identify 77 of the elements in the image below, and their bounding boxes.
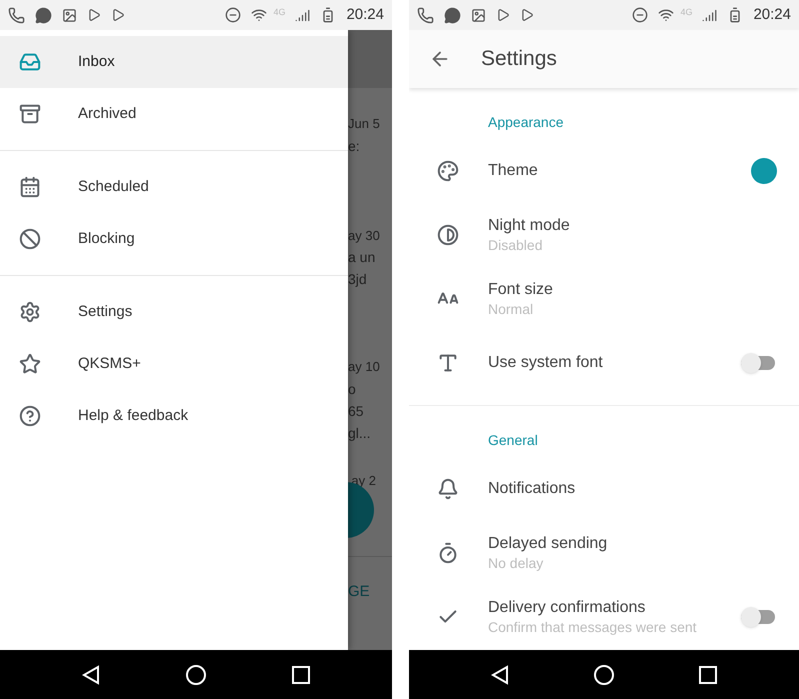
message-date: ay 30: [348, 226, 381, 245]
drawer-item[interactable]: Blocking: [0, 213, 348, 265]
screen-title: Settings: [481, 46, 557, 72]
drawer-item[interactable]: Settings: [0, 286, 348, 338]
play-icon: [520, 8, 534, 22]
setting-title: Theme: [488, 161, 539, 181]
settings-row[interactable]: Night mode Disabled: [409, 203, 799, 267]
settings-row[interactable]: Font size Normal: [409, 267, 799, 331]
setting-subtitle: No delay: [488, 554, 544, 572]
chat-icon: [444, 6, 461, 24]
message-snippet: a un: [348, 248, 376, 267]
settings-row[interactable]: Notifications: [409, 457, 799, 521]
phone-icon: [417, 6, 434, 24]
clock: 20:24: [753, 4, 791, 25]
setting-title: Night mode: [488, 216, 571, 236]
do-not-disturb-icon: [225, 7, 242, 23]
block-icon: [19, 228, 41, 250]
section-heading: Appearance: [487, 113, 565, 132]
message-snippet: e:: [348, 136, 361, 156]
help-icon: [19, 405, 41, 427]
image-icon: [471, 8, 486, 22]
setting-title: Delivery confirmations: [488, 598, 646, 618]
wifi-icon: [658, 7, 674, 23]
star-icon: [19, 353, 41, 375]
dimmed-toolbar: [348, 30, 392, 88]
phone-icon: [8, 6, 25, 24]
setting-subtitle: Normal: [488, 300, 534, 318]
signal-icon: [295, 8, 310, 22]
message-snippet: gl...: [348, 424, 372, 442]
message-date: Jun 5: [348, 115, 381, 133]
message-snippet: o: [348, 380, 357, 398]
settings-row[interactable]: Theme: [409, 139, 799, 203]
message-snippet: 65: [348, 402, 365, 420]
setting-subtitle: Disabled: [488, 236, 544, 254]
back-icon[interactable]: [491, 664, 509, 684]
do-not-disturb-icon: [632, 7, 648, 23]
overview-icon[interactable]: [699, 666, 717, 684]
calendar-icon: [19, 176, 41, 198]
contrast-icon: [437, 224, 459, 246]
drawer-item[interactable]: Scheduled: [0, 161, 348, 213]
letter-t-icon: [437, 352, 459, 374]
clock: 20:24: [346, 4, 384, 25]
message-snippet: 3jd: [348, 270, 368, 289]
play-icon: [111, 8, 125, 22]
setting-title: Notifications: [488, 479, 576, 499]
action-label: GE: [348, 583, 370, 600]
timer-icon: [437, 542, 459, 564]
toggle-switch[interactable]: [741, 353, 777, 373]
setting-title: Delayed sending: [488, 534, 608, 554]
home-icon[interactable]: [184, 664, 207, 686]
settings-icon: [19, 301, 41, 323]
drawer-item[interactable]: QKSMS+: [0, 338, 348, 390]
play-icon: [87, 8, 101, 22]
setting-subtitle: Confirm that messages were sent: [488, 618, 698, 636]
setting-title: Font size: [488, 280, 554, 300]
settings-row[interactable]: Delivery confirmations Confirm that messages were sent: [409, 585, 799, 649]
signal-icon: [702, 8, 718, 22]
image-icon: [62, 8, 77, 22]
drawer-item[interactable]: Help & feedback: [0, 390, 348, 442]
play-icon: [496, 8, 510, 22]
home-icon[interactable]: [593, 664, 615, 686]
chat-icon: [35, 6, 52, 24]
wifi-icon: [251, 7, 268, 23]
setting-title: Use system font: [488, 353, 604, 373]
inbox-icon: [19, 51, 41, 73]
archive-icon: [19, 103, 41, 125]
overview-icon[interactable]: [292, 666, 310, 684]
settings-row[interactable]: Use system font: [409, 331, 799, 395]
drawer-item[interactable]: Inbox: [0, 36, 348, 88]
drawer-item[interactable]: Archived: [0, 88, 348, 140]
section-heading: General: [487, 431, 539, 450]
back-icon[interactable]: [82, 664, 100, 684]
toggle-switch[interactable]: [741, 607, 777, 627]
settings-row[interactable]: Delayed sending No delay: [409, 521, 799, 585]
palette-icon: [437, 160, 459, 182]
bell-icon: [437, 478, 459, 500]
message-date: ay 10: [348, 358, 381, 376]
